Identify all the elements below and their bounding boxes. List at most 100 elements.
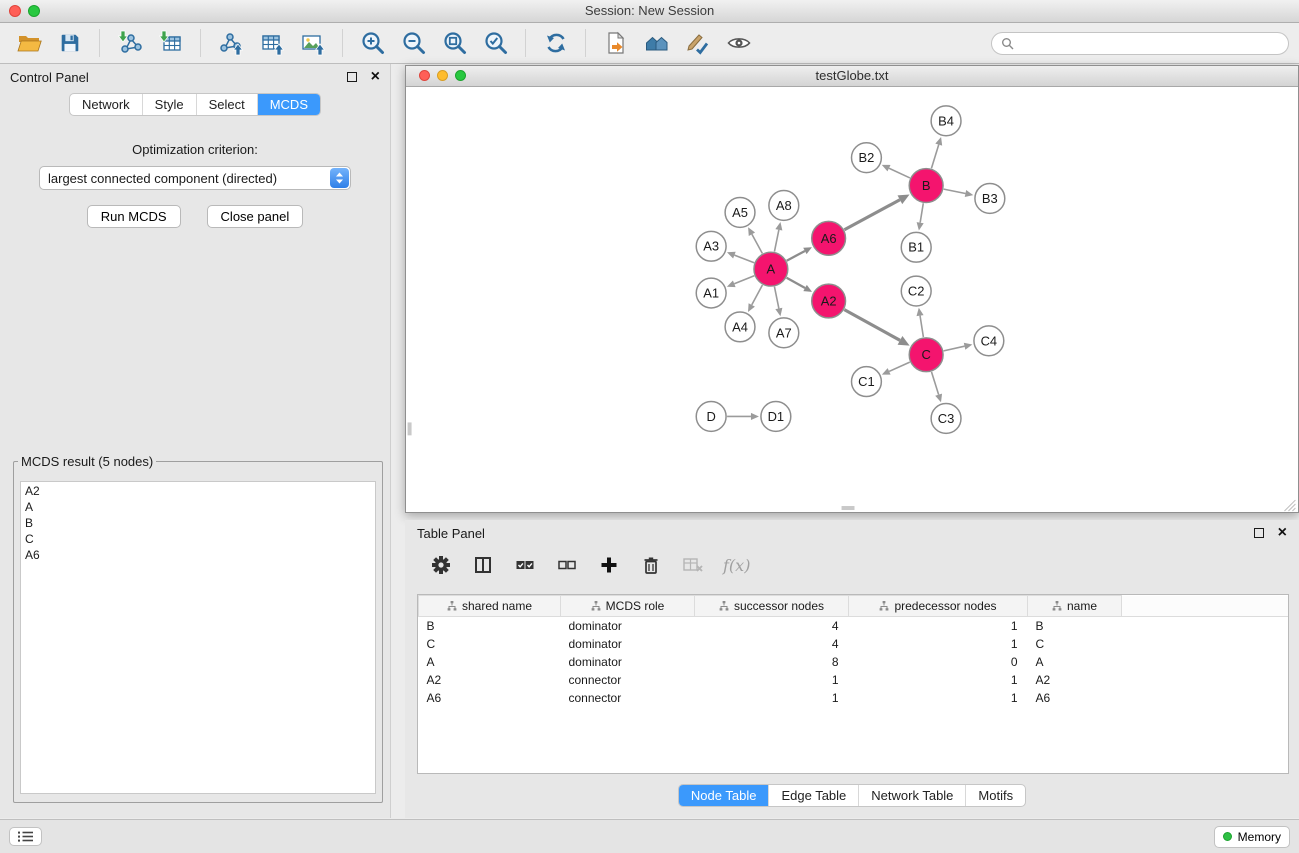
close-panel-icon[interactable]: × (371, 69, 380, 85)
table-cell[interactable]: 1 (695, 689, 849, 707)
open-network-file-button[interactable] (597, 26, 634, 60)
graph-node-A[interactable]: A (754, 252, 788, 286)
zoom-fit-button[interactable] (436, 26, 473, 60)
close-table-panel-icon[interactable]: × (1278, 525, 1287, 541)
graph-node-A1[interactable]: A1 (696, 278, 726, 308)
table-cell[interactable]: B (419, 617, 561, 636)
export-table-button[interactable] (253, 26, 290, 60)
graph-node-A5[interactable]: A5 (725, 197, 755, 227)
run-mcds-button[interactable]: Run MCDS (87, 205, 181, 228)
apply-style-button[interactable] (679, 26, 716, 60)
window-resize-grip[interactable] (1292, 508, 1295, 511)
task-history-button[interactable] (9, 827, 42, 846)
table-cell[interactable]: C (419, 635, 561, 653)
network-canvas[interactable]: B4B2BB3A5A8A6A3B1AC2A1A2A4A7C4CC1C3DD1 (406, 87, 1298, 512)
network-zoom-button[interactable] (455, 70, 466, 81)
table-row[interactable]: A2connector11A2 (419, 671, 1289, 689)
graph-edge-A-A1[interactable] (734, 276, 754, 284)
graph-node-C1[interactable]: C1 (852, 367, 882, 397)
tab-style[interactable]: Style (143, 94, 197, 115)
graph-edge-A-A8[interactable] (774, 230, 778, 252)
mcds-result-item[interactable]: A6 (25, 547, 371, 563)
table-settings-button[interactable] (429, 553, 453, 577)
zoom-out-button[interactable] (395, 26, 432, 60)
export-network-button[interactable] (212, 26, 249, 60)
graph-node-B1[interactable]: B1 (901, 232, 931, 262)
graph-node-C2[interactable]: C2 (901, 276, 931, 306)
graph-edge-C-C2[interactable] (920, 316, 923, 337)
table-cell[interactable]: 1 (849, 617, 1028, 636)
table-cell[interactable]: 8 (695, 653, 849, 671)
table-cell[interactable]: dominator (561, 617, 695, 636)
graph-node-C[interactable]: C (909, 338, 943, 372)
column-header-successor-nodes[interactable]: successor nodes (695, 596, 849, 617)
table-cell[interactable]: 1 (849, 635, 1028, 653)
table-cell[interactable]: 1 (849, 671, 1028, 689)
table-row[interactable]: A6connector11A6 (419, 689, 1289, 707)
column-header-mcds-role[interactable]: MCDS role (561, 596, 695, 617)
tab-select[interactable]: Select (197, 94, 258, 115)
graph-node-B4[interactable]: B4 (931, 106, 961, 136)
graph-edge-A-A5[interactable] (752, 234, 762, 253)
float-table-panel-icon[interactable] (1254, 528, 1264, 538)
table-row[interactable]: Adominator80A (419, 653, 1289, 671)
graph-node-A4[interactable]: A4 (725, 312, 755, 342)
select-all-button[interactable] (513, 553, 537, 577)
graph-edge-C-C3[interactable] (931, 372, 938, 395)
import-network-button[interactable] (111, 26, 148, 60)
table-cell[interactable]: connector (561, 689, 695, 707)
graph-node-D[interactable]: D (696, 402, 726, 432)
graph-node-A7[interactable]: A7 (769, 318, 799, 348)
graph-node-A3[interactable]: A3 (696, 231, 726, 261)
graph-edge-C-C4[interactable] (944, 346, 965, 351)
graph-edge-A-A7[interactable] (774, 287, 778, 309)
graph-edge-A6-B[interactable] (844, 200, 900, 230)
save-session-button[interactable] (51, 26, 88, 60)
graph-node-A6[interactable]: A6 (812, 221, 846, 255)
close-panel-button[interactable]: Close panel (207, 205, 304, 228)
memory-button[interactable]: Memory (1214, 826, 1290, 848)
graph-edge-B-B4[interactable] (931, 145, 938, 169)
show-graphics-details-button[interactable] (720, 26, 757, 60)
mcds-result-item[interactable]: A2 (25, 483, 371, 499)
graph-edge-B-B3[interactable] (944, 189, 966, 193)
add-column-button[interactable] (597, 553, 621, 577)
table-cell[interactable]: A2 (1028, 671, 1122, 689)
table-cell[interactable]: dominator (561, 635, 695, 653)
mcds-result-list[interactable]: A2ABCA6 (20, 481, 376, 794)
delete-column-button[interactable] (639, 553, 663, 577)
network-close-button[interactable] (419, 70, 430, 81)
table-cell[interactable]: A6 (419, 689, 561, 707)
graph-node-B2[interactable]: B2 (852, 143, 882, 173)
table-cell[interactable]: A6 (1028, 689, 1122, 707)
float-panel-icon[interactable] (347, 72, 357, 82)
open-session-button[interactable] (10, 26, 47, 60)
mcds-result-item[interactable]: C (25, 531, 371, 547)
graph-node-A8[interactable]: A8 (769, 191, 799, 221)
graph-node-B3[interactable]: B3 (975, 184, 1005, 214)
tab-network[interactable]: Network (70, 94, 143, 115)
tab-motifs[interactable]: Motifs (966, 785, 1025, 806)
import-table-button[interactable] (152, 26, 189, 60)
graph-node-D1[interactable]: D1 (761, 402, 791, 432)
graph-edge-A-A3[interactable] (734, 255, 754, 263)
table-cell[interactable]: 4 (695, 635, 849, 653)
graph-edge-A-A4[interactable] (752, 285, 763, 305)
tab-node-table[interactable]: Node Table (679, 785, 770, 806)
search-input[interactable] (1019, 35, 1279, 51)
graph-edge-A2-C[interactable] (844, 310, 900, 341)
column-header-name[interactable]: name (1028, 596, 1122, 617)
optimization-dropdown[interactable]: largest connected component (directed) (39, 166, 351, 190)
graph-edge-B-B1[interactable] (920, 203, 923, 222)
apply-layout-button[interactable] (537, 26, 574, 60)
tab-edge-table[interactable]: Edge Table (769, 785, 859, 806)
export-image-button[interactable] (294, 26, 331, 60)
table-cell[interactable]: A2 (419, 671, 561, 689)
show-columns-button[interactable] (471, 553, 495, 577)
window-resize-grip[interactable] (1288, 504, 1295, 511)
column-header-shared-name[interactable]: shared name (419, 596, 561, 617)
home-button[interactable] (638, 26, 675, 60)
mcds-result-item[interactable]: A (25, 499, 371, 515)
column-header-predecessor-nodes[interactable]: predecessor nodes (849, 596, 1028, 617)
graph-edge-A-A2[interactable] (787, 278, 806, 288)
